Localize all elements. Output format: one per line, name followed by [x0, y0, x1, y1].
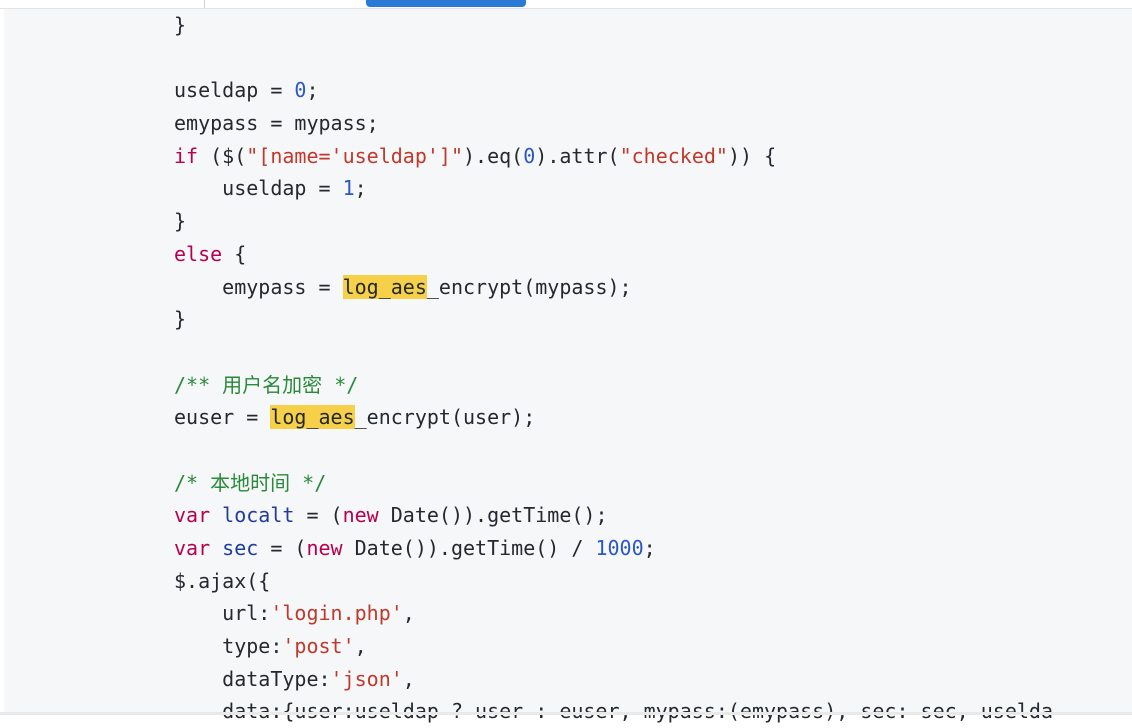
code-line: $.ajax({ — [174, 565, 1053, 598]
code-line: useldap = 1; — [174, 172, 1053, 205]
keyword-token: if — [174, 143, 199, 168]
code-token: emypass = mypass; — [174, 111, 379, 136]
code-line: url:'login.php', — [174, 597, 1053, 630]
string-token: 'json' — [330, 666, 403, 691]
code-line: emypass = mypass; — [174, 107, 1053, 140]
code-token: = ( — [294, 503, 343, 528]
keyword-token: new — [342, 503, 379, 528]
code-token: type: — [174, 634, 283, 659]
code-token: useldap = — [174, 176, 343, 201]
keyword-token: else — [174, 241, 223, 266]
code-token: , — [402, 666, 415, 691]
code-token: useldap = — [174, 78, 295, 103]
code-token: ($( — [198, 143, 247, 168]
identifier-token: sec — [222, 536, 259, 560]
code-token: ; — [306, 78, 319, 103]
code-line: } — [174, 303, 1053, 336]
code-line: } — [174, 205, 1053, 238]
search-highlight: log_aes — [342, 274, 427, 299]
code-content: } useldap = 0; emypass = mypass; if ($("[n… — [174, 9, 1053, 728]
code-token: dataType: — [174, 666, 331, 691]
keyword-token: var — [174, 536, 211, 560]
code-token: )) { — [727, 143, 777, 168]
code-token: _encrypt(mypass); — [426, 274, 632, 299]
code-token: euser = — [174, 405, 271, 430]
string-token: "checked" — [619, 143, 728, 168]
code-token: Date()).getTime() / — [342, 536, 596, 560]
code-token: $.ajax({ — [174, 568, 271, 593]
comment-token: /** 用户名加密 */ — [174, 372, 359, 397]
code-token: Date()).getTime(); — [378, 503, 608, 528]
code-token: emypass = — [174, 274, 343, 299]
code-token: ).attr( — [535, 143, 620, 168]
code-token: ; — [643, 536, 656, 560]
keyword-token: new — [306, 536, 343, 560]
code-line: /* 本地时间 */ — [174, 467, 1053, 500]
code-line: var localt = (new Date()).getTime(); — [174, 499, 1053, 532]
code-token: _encrypt(user); — [354, 405, 536, 430]
code-block: } useldap = 0; emypass = mypass; if ($("[n… — [4, 9, 1132, 723]
top-toolbar-strip — [0, 0, 1132, 9]
code-line: emypass = log_aes_encrypt(mypass); — [174, 271, 1053, 304]
code-line: else { — [174, 238, 1053, 271]
number-token: 0 — [523, 143, 536, 168]
comment-token: /* 本地时间 */ — [174, 470, 327, 495]
identifier-token: localt — [222, 503, 295, 528]
code-token: } — [174, 307, 187, 332]
string-token: "[name='useldap']" — [246, 143, 464, 168]
number-token: 1 — [342, 176, 355, 201]
string-token: 'login.php' — [270, 601, 403, 626]
code-line: euser = log_aes_encrypt(user); — [174, 401, 1053, 434]
string-token: 'post' — [282, 634, 355, 659]
code-line: } — [174, 9, 1053, 42]
toolbar-divider — [204, 0, 205, 8]
code-token: } — [174, 13, 187, 37]
code-token: = ( — [258, 536, 307, 560]
code-token: ; — [354, 176, 367, 201]
code-token: { — [222, 241, 247, 266]
code-line: dataType:'json', — [174, 663, 1053, 696]
keyword-token: var — [174, 503, 211, 528]
code-token: url: — [174, 601, 271, 626]
code-line: if ($("[name='useldap']").eq(0).attr("ch… — [174, 140, 1053, 173]
horizontal-scroll-thumb[interactable] — [366, 0, 526, 7]
number-token: 1000 — [595, 536, 644, 560]
code-token: , — [354, 634, 367, 659]
search-highlight: log_aes — [270, 405, 355, 430]
code-token: } — [174, 209, 187, 234]
code-line: var sec = (new Date()).getTime() / 1000; — [174, 532, 1053, 565]
code-token: ).eq( — [463, 143, 524, 168]
code-line: /** 用户名加密 */ — [174, 369, 1053, 402]
code-token: , — [402, 601, 415, 626]
number-token: 0 — [294, 78, 307, 103]
code-line: type:'post', — [174, 630, 1053, 663]
code-line: useldap = 0; — [174, 74, 1053, 107]
